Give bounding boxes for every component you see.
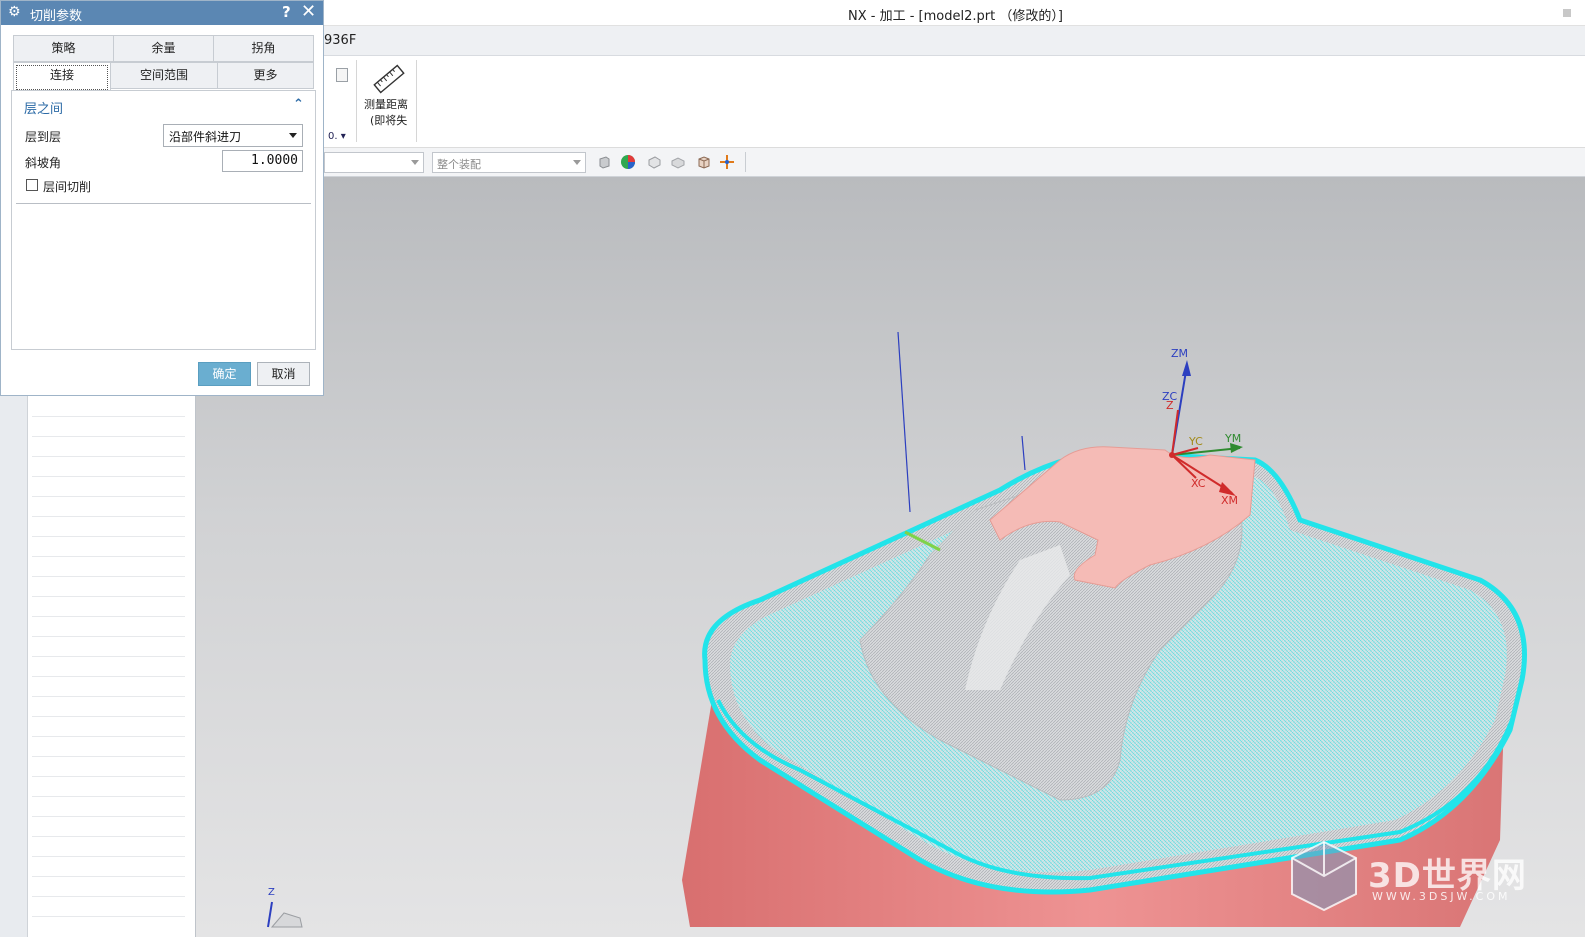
close-icon[interactable]: ✕ xyxy=(301,1,316,22)
ribbon-separator xyxy=(416,60,417,142)
cancel-button[interactable]: 取消 xyxy=(257,362,310,386)
tool-axis-line xyxy=(897,331,911,513)
csys-origin xyxy=(1169,452,1175,458)
layer-to-layer-value: 沿部件斜进刀 xyxy=(169,130,242,144)
list-item[interactable] xyxy=(32,657,185,677)
select-solid-icon[interactable] xyxy=(670,154,686,170)
csys-label-zm: ZM xyxy=(1171,347,1189,360)
list-item[interactable] xyxy=(32,777,185,797)
select-body-icon[interactable] xyxy=(596,154,612,170)
snap-point-icon[interactable] xyxy=(719,154,735,170)
window-title: NX - 加工 - [model2.prt （修改的）] xyxy=(848,9,1063,24)
list-item[interactable] xyxy=(32,397,185,417)
tab-corner[interactable]: 拐角 xyxy=(213,35,314,62)
list-item[interactable] xyxy=(32,797,185,817)
chevron-down-icon xyxy=(411,160,419,165)
select-faces-icon[interactable] xyxy=(646,154,662,170)
interlayer-cut-label: 层间切削 xyxy=(43,180,92,194)
focus-ring xyxy=(16,65,108,90)
group-divider xyxy=(16,203,311,204)
cutting-parameters-dialog: ⚙ 切削参数 ? ✕ 策略 余量 拐角 连接 空间范围 更多 层之间 ⌃ 层到层… xyxy=(0,0,324,396)
tab-strategy[interactable]: 策略 xyxy=(13,35,114,62)
list-item[interactable] xyxy=(32,437,185,457)
collapse-icon[interactable]: ⌃ xyxy=(293,97,304,112)
dialog-title-bar[interactable]: ⚙ 切削参数 ? ✕ xyxy=(1,1,323,25)
list-item[interactable] xyxy=(32,717,185,737)
window-control-icon[interactable] xyxy=(1563,9,1571,17)
tab-more[interactable]: 更多 xyxy=(217,62,314,89)
triad-label-z: Z xyxy=(268,887,275,898)
list-item[interactable] xyxy=(32,897,185,917)
ok-button[interactable]: 确定 xyxy=(198,362,251,386)
selection-scope-value: 整个装配 xyxy=(437,158,481,171)
triad-z-axis xyxy=(267,901,273,928)
list-item[interactable] xyxy=(32,457,185,477)
list-item[interactable] xyxy=(32,497,185,517)
tool-axis-line xyxy=(1021,435,1026,471)
type-filter-combo[interactable] xyxy=(324,152,424,173)
csys-label-yc: YC xyxy=(1189,435,1203,448)
list-item[interactable] xyxy=(32,537,185,557)
ribbon-separator xyxy=(356,60,357,142)
group-title-between-levels[interactable]: 层之间 xyxy=(24,98,63,117)
toolpath-scene xyxy=(267,331,1527,928)
csys-label-z: Z xyxy=(1166,399,1174,412)
graphics-viewport[interactable]: ZM ZC Z YC YM XC XM Z xyxy=(196,177,1585,937)
ramp-angle-input[interactable]: 1.0000 xyxy=(222,150,303,172)
csys-label-ym: YM xyxy=(1225,432,1242,445)
ribbon-tab-fragment[interactable]: 936F xyxy=(324,33,356,48)
help-button[interactable]: ? xyxy=(282,3,291,21)
measure-distance-button[interactable]: 测量距离 (即将失 xyxy=(360,56,414,144)
list-item[interactable] xyxy=(32,617,185,637)
list-item[interactable] xyxy=(32,837,185,857)
zc-axis xyxy=(1171,409,1179,456)
box-icon[interactable] xyxy=(696,154,712,170)
selection-scope-combo[interactable]: 整个装配 xyxy=(432,152,586,173)
list-item[interactable] xyxy=(32,697,185,717)
chevron-down-icon xyxy=(573,160,581,165)
watermark-subtext: WWW.3DSJW.COM xyxy=(1372,890,1511,903)
list-item[interactable] xyxy=(32,737,185,757)
list-item[interactable] xyxy=(32,817,185,837)
list-item[interactable] xyxy=(32,757,185,777)
interlayer-cut-checkbox[interactable] xyxy=(26,179,38,191)
triad-cube xyxy=(270,912,303,928)
chevron-down-icon xyxy=(289,133,297,138)
list-item[interactable] xyxy=(32,477,185,497)
tab-containment[interactable]: 空间范围 xyxy=(110,62,218,89)
ramp-angle-label: 斜坡角 xyxy=(25,156,62,170)
csys-label-xm: XM xyxy=(1221,494,1239,507)
nx-application-window: NX - 加工 - [model2.prt （修改的）] 936F 0. ▾ 测… xyxy=(0,0,1585,937)
dialog-title: 切削参数 xyxy=(30,9,83,24)
measure-distance-sublabel: (即将失 xyxy=(370,114,408,127)
list-item[interactable] xyxy=(32,557,185,577)
list-item[interactable] xyxy=(32,857,185,877)
gear-icon: ⚙ xyxy=(8,4,21,20)
document-icon[interactable] xyxy=(336,68,348,82)
zm-arrow xyxy=(1182,360,1191,376)
tab-stock[interactable]: 余量 xyxy=(113,35,214,62)
list-item[interactable] xyxy=(32,677,185,697)
list-item[interactable] xyxy=(32,597,185,617)
csys-label-xc: XC xyxy=(1191,477,1206,490)
list-item[interactable] xyxy=(32,517,185,537)
layer-to-layer-label: 层到层 xyxy=(25,130,62,144)
dialog-body: 层之间 ⌃ 层到层 沿部件斜进刀 斜坡角 1.0000 层间切削 xyxy=(11,90,316,350)
layer-to-layer-select[interactable]: 沿部件斜进刀 xyxy=(163,124,303,147)
list-item[interactable] xyxy=(32,877,185,897)
list-item[interactable] xyxy=(32,637,185,657)
list-item[interactable] xyxy=(32,577,185,597)
ribbon-dropdown-fragment[interactable]: 0. ▾ xyxy=(328,131,346,142)
toolbar-separator xyxy=(745,152,746,172)
measure-distance-label: 测量距离 xyxy=(364,98,408,111)
watermark-cube-logo xyxy=(1291,840,1357,912)
list-item[interactable] xyxy=(32,417,185,437)
ruler-icon xyxy=(373,64,405,94)
color-wheel-icon[interactable] xyxy=(620,154,636,170)
tab-connection[interactable]: 连接 xyxy=(13,62,111,91)
